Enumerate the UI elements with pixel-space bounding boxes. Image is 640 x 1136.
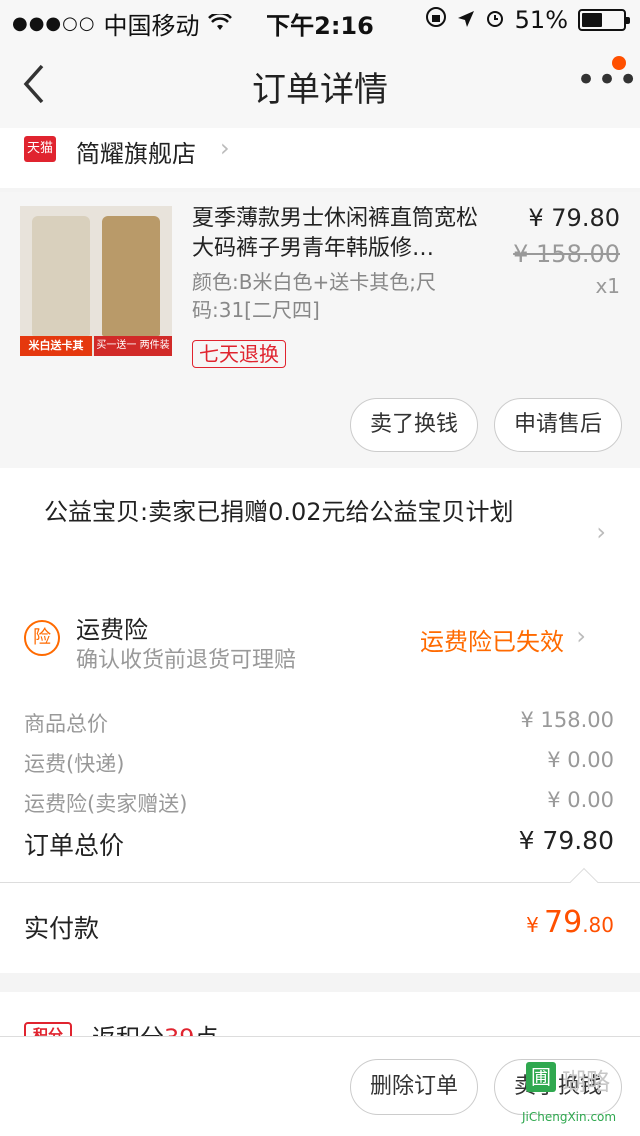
paid-currency: ¥ [526,913,539,937]
watermark-text: 瑚略 [562,1068,610,1096]
insurance-title: 运费险 [76,616,148,644]
paid-label: 实付款 [24,914,100,943]
resell-button[interactable]: 卖了换钱 [350,398,478,452]
chevron-right-icon: › [220,134,230,162]
charity-text: 公益宝贝:卖家已捐赠0.02元给公益宝贝计划 [44,498,514,526]
notification-dot [612,56,626,70]
pants-image-khaki [102,216,160,336]
product-thumbnail[interactable]: 米白送卡其 买一送一 两件装 [20,206,172,356]
nav-bar: 订单详情 ••• [0,40,640,128]
status-right: 51% [425,6,630,34]
summary-value: ¥ 0.00 [547,788,614,812]
rotation-lock-icon [425,6,447,34]
image-tag-promo: 买一送一 两件装 [94,336,172,356]
summary-value: ¥ 158.00 [520,708,614,732]
product-title[interactable]: 夏季薄款男士休闲裤直筒宽松大码裤子男青年韩版修… [192,204,492,264]
image-tag-color: 米白送卡其 [20,336,92,356]
price-summary: 商品总价 ¥ 158.00 运费(快递) ¥ 0.00 运费险(卖家赠送) ¥ … [0,688,640,882]
watermark-url: JiChengXin.com [522,1110,617,1124]
paid-amount: ¥ 79.80 [526,905,614,940]
chevron-right-icon: › [596,518,606,546]
more-button[interactable]: ••• [576,63,638,100]
insurance-subtitle: 确认收货前退货可理赔 [76,648,297,673]
paid-integer: 79 [544,905,583,940]
battery-percent: 51% [514,6,568,34]
status-bar: ●●●○○ 中国移动 下午2:16 51% [0,0,640,40]
watermark: 圃 瑚略 JiChengXin.com [522,1060,640,1136]
summary-row: 运费(快递) ¥ 0.00 [24,748,614,778]
summary-label: 商品总价 [24,712,108,736]
summary-label: 运费(快递) [24,752,125,776]
chevron-right-icon: › [576,622,586,650]
order-total-value: ¥ 79.80 [518,826,614,855]
summary-label: 运费险(卖家赠送) [24,792,188,816]
alarm-icon [485,6,505,34]
summary-row: 商品总价 ¥ 158.00 [24,708,614,738]
product-attributes: 颜色:B米白色+送卡其色;尺码:31[二尺四] [192,270,436,322]
insurance-icon: 险 [24,620,60,656]
charity-row[interactable]: 公益宝贝:卖家已捐赠0.02元给公益宝贝计划 › [0,468,640,598]
product-original-price: ¥ 158.00 [513,240,620,268]
paid-decimal: .80 [582,913,614,937]
order-total-label: 订单总价 [24,831,125,860]
watermark-logo-icon: 圃 [526,1062,556,1092]
delete-order-button[interactable]: 删除订单 [350,1059,478,1115]
product-price: ¥ 79.80 [528,204,620,232]
page-title: 订单详情 [252,70,388,110]
seven-day-return-badge: 七天退换 [192,340,286,368]
paid-row: 实付款 ¥ 79.80 [0,883,640,973]
shipping-insurance-row[interactable]: 险 运费险 确认收货前退货可理赔 运费险已失效 › [0,598,640,688]
summary-row: 运费险(卖家赠送) ¥ 0.00 [24,788,614,818]
more-icon: ••• [576,60,640,100]
insurance-status: 运费险已失效 [420,628,564,656]
summary-value: ¥ 0.00 [547,748,614,772]
after-sales-button[interactable]: 申请售后 [494,398,622,452]
shop-name: 简耀旗舰店 [76,140,196,168]
product-quantity: x1 [595,274,620,298]
location-icon [457,6,475,34]
battery-fill [582,13,602,27]
shop-row[interactable]: 天猫 简耀旗舰店 › [0,128,640,188]
order-total-row: 订单总价 ¥ 79.80 [24,826,614,866]
product-card[interactable]: 米白送卡其 买一送一 两件装 夏季薄款男士休闲裤直筒宽松大码裤子男青年韩版修… … [0,192,640,468]
points-row: 积分 返积分39点 [0,992,640,1042]
pants-image-beige [32,216,90,336]
tmall-icon: 天猫 [24,136,56,162]
battery-icon [578,9,630,31]
